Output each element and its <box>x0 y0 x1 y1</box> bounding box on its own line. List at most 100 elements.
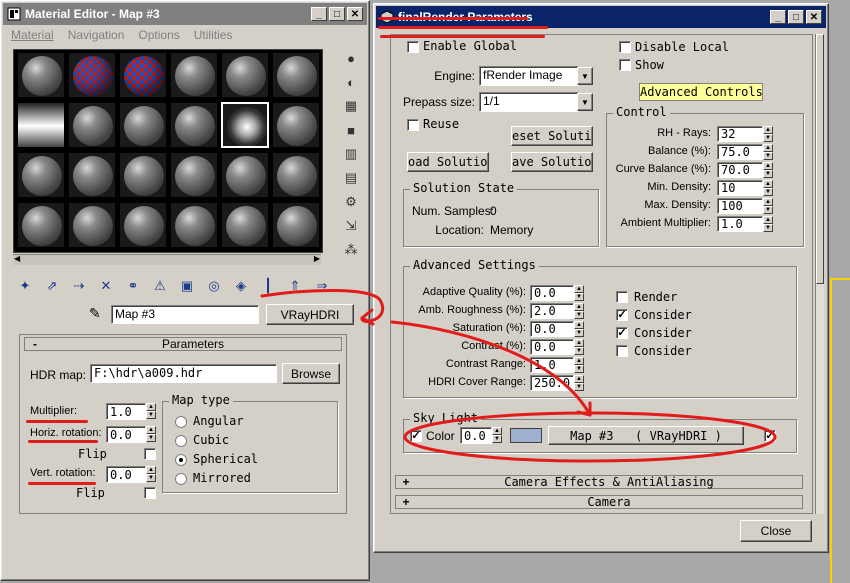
material-slot[interactable] <box>170 202 218 248</box>
multiplier-spinner[interactable]: ▲ ▼ <box>146 403 156 421</box>
advanced-option-checkbox[interactable]: ✓ <box>616 309 628 321</box>
advanced-field-input[interactable]: 0.0 <box>530 285 574 301</box>
hdr-map-field[interactable]: F:\hdr\a009.hdr <box>90 364 277 383</box>
sky-map-button[interactable]: Map #3 ( VRayHDRI ) <box>548 426 744 445</box>
enable-global-checkbox[interactable] <box>407 41 419 53</box>
sky-map-checkbox[interactable]: ✓ <box>764 430 776 442</box>
material-slot[interactable] <box>170 52 218 98</box>
sky-color-swatch[interactable] <box>510 428 542 443</box>
backlight-icon[interactable]: ◐ <box>341 73 361 91</box>
material-slot[interactable] <box>170 102 218 148</box>
control-field-spinner[interactable]: ▲ ▼ <box>763 126 773 142</box>
assign-icon[interactable]: ⇢ <box>69 277 89 295</box>
sky-light-color-spinner[interactable]: ▲ ▼ <box>492 427 502 445</box>
fr-maximize-button[interactable]: □ <box>788 10 804 24</box>
material-slot[interactable] <box>272 152 320 198</box>
sky-light-color-checkbox[interactable]: ✓ <box>410 430 422 442</box>
menu-navigation[interactable]: Navigation <box>68 28 125 44</box>
checker-bg-icon[interactable]: ▦ <box>341 97 361 115</box>
material-slot[interactable] <box>119 152 167 198</box>
material-slot[interactable] <box>272 52 320 98</box>
control-field-input[interactable]: 1.0 <box>717 216 763 232</box>
engine-dropdown-arrow-icon[interactable]: ▼ <box>577 67 593 85</box>
control-field-input[interactable]: 100 <box>717 198 763 214</box>
copy-icon[interactable]: ⚭ <box>123 277 143 295</box>
multiplier-field[interactable]: 1.0 <box>106 403 146 420</box>
map-type-radio[interactable] <box>175 416 187 428</box>
bg-icon[interactable]: ■ <box>341 121 361 139</box>
load-solution-button[interactable]: oad Solution <box>407 152 489 172</box>
control-field-input[interactable]: 70.0 <box>717 162 763 178</box>
parameters-rollout-header[interactable]: - Parameters <box>24 337 342 351</box>
control-field-input[interactable]: 75.0 <box>717 144 763 160</box>
scroll-right-icon[interactable]: ▶ <box>314 254 320 263</box>
close-button[interactable]: Close <box>740 520 812 542</box>
control-field-input[interactable]: 10 <box>717 180 763 196</box>
options-icon[interactable]: ⚙ <box>341 193 361 211</box>
fr-scroll-thumb[interactable] <box>816 34 824 284</box>
close-window-button[interactable]: ✕ <box>347 7 363 21</box>
material-slot[interactable] <box>221 52 269 98</box>
advanced-field-input[interactable]: 250.0 <box>530 375 574 391</box>
control-field-spinner[interactable]: ▲ ▼ <box>763 198 773 214</box>
material-slot[interactable] <box>68 102 116 148</box>
disable-local-checkbox[interactable] <box>619 41 631 53</box>
menu-utilities[interactable]: Utilities <box>194 28 233 44</box>
camera-rollout[interactable]: + Camera <box>395 495 803 509</box>
map-type-radio[interactable] <box>175 473 187 485</box>
map-name-field[interactable]: Map #3 <box>111 305 259 324</box>
advanced-field-input[interactable]: 0.0 <box>530 339 574 355</box>
go-parent-icon[interactable]: ⇑ <box>285 277 305 295</box>
minimize-button[interactable]: _ <box>311 7 327 21</box>
horiz-flip-checkbox[interactable] <box>144 448 156 460</box>
effects-channel-icon[interactable]: ◎ <box>204 277 224 295</box>
control-field-spinner[interactable]: ▲ ▼ <box>763 180 773 196</box>
menu-options[interactable]: Options <box>138 28 179 44</box>
slot-scrollbar[interactable]: ◀ ▶ <box>13 254 321 265</box>
maximize-button[interactable]: □ <box>329 7 345 21</box>
advanced-field-spinner[interactable]: ▲ ▼ <box>574 375 584 391</box>
material-slot[interactable] <box>221 202 269 248</box>
material-slot[interactable] <box>68 202 116 248</box>
reuse-checkbox[interactable] <box>407 119 419 131</box>
engine-dropdown[interactable]: fRender Image <box>479 66 579 86</box>
save-solution-button[interactable]: ave Solution <box>511 152 593 172</box>
control-field-input[interactable]: 32 <box>717 126 763 142</box>
color-check-icon[interactable]: ▥ <box>341 145 361 163</box>
material-slot[interactable] <box>272 102 320 148</box>
advanced-option-checkbox[interactable] <box>616 291 628 303</box>
horiz-rotation-field[interactable]: 0.0 <box>106 426 146 443</box>
map-type-radio[interactable] <box>175 454 187 466</box>
fr-scrollbar[interactable] <box>815 34 824 514</box>
put-library-icon[interactable]: ▣ <box>177 277 197 295</box>
reset-solution-button[interactable]: eset Solutio <box>511 126 593 146</box>
unique-icon[interactable]: ⚠ <box>150 277 170 295</box>
advanced-field-spinner[interactable]: ▲ ▼ <box>574 357 584 373</box>
prepass-dropdown[interactable]: 1/1 <box>479 92 579 112</box>
material-slot[interactable] <box>170 152 218 198</box>
select-by-material-icon[interactable]: ⇲ <box>341 217 361 235</box>
menu-material[interactable]: Material <box>11 28 54 44</box>
scroll-left-icon[interactable]: ◀ <box>14 254 20 263</box>
material-slot[interactable] <box>17 102 65 148</box>
horiz-rotation-spinner[interactable]: ▲ ▼ <box>146 426 156 444</box>
fr-minimize-button[interactable]: _ <box>770 10 786 24</box>
material-slot[interactable] <box>17 152 65 198</box>
material-slot[interactable] <box>119 102 167 148</box>
advanced-option-checkbox[interactable]: ✓ <box>616 327 628 339</box>
material-slot[interactable] <box>119 202 167 248</box>
go-sibling-icon[interactable]: ⇒ <box>312 277 332 295</box>
vert-flip-checkbox[interactable] <box>144 487 156 499</box>
eyedropper-icon[interactable]: ✎ <box>89 305 101 322</box>
reset-icon[interactable]: ✕ <box>96 277 116 295</box>
show-end-icon[interactable]: ┃ <box>258 277 278 295</box>
advanced-field-spinner[interactable]: ▲ ▼ <box>574 339 584 355</box>
advanced-field-spinner[interactable]: ▲ ▼ <box>574 285 584 301</box>
show-checkbox[interactable] <box>619 59 631 71</box>
advanced-field-input[interactable]: 1.0 <box>530 357 574 373</box>
fr-close-window-button[interactable]: ✕ <box>806 10 822 24</box>
advanced-field-input[interactable]: 2.0 <box>530 303 574 319</box>
material-slot[interactable] <box>221 152 269 198</box>
map-type-button[interactable]: VRayHDRI <box>266 304 354 325</box>
advanced-field-input[interactable]: 0.0 <box>530 321 574 337</box>
